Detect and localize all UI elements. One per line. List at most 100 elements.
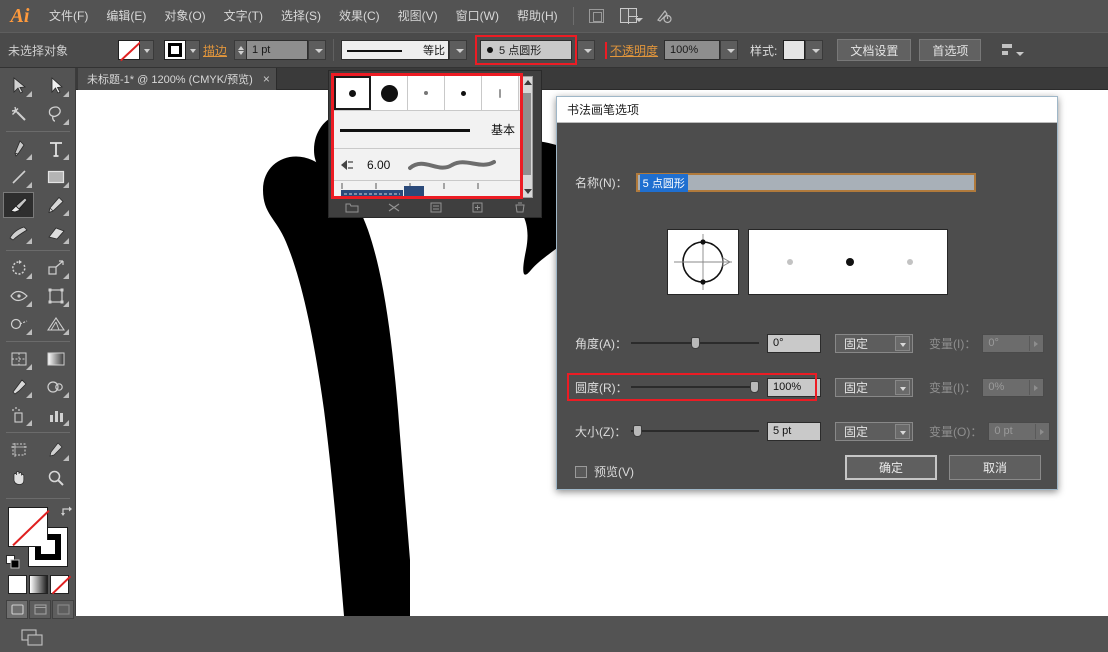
column-graph-tool[interactable] [40, 402, 71, 428]
zoom-tool[interactable] [40, 465, 71, 491]
new-brush-icon[interactable] [471, 201, 485, 214]
name-input[interactable]: 5 点圆形 [635, 173, 976, 192]
opacity-label[interactable]: 不透明度 [605, 41, 658, 59]
brush-definition-control[interactable]: 5 点圆形 [475, 35, 578, 65]
preferences-button[interactable]: 首选项 [919, 39, 982, 61]
normal-screen-mode-button[interactable] [6, 600, 28, 619]
ok-button[interactable]: 确定 [845, 455, 937, 480]
perspective-grid-tool[interactable] [40, 311, 71, 337]
menu-type[interactable]: 文字(T) [215, 0, 272, 32]
selection-tool[interactable] [3, 73, 34, 99]
options-of-selected-object-icon[interactable] [429, 201, 443, 214]
stroke-color-control[interactable] [164, 40, 200, 60]
remove-brush-stroke-icon[interactable] [387, 201, 401, 214]
paintbrush-tool[interactable] [3, 192, 34, 218]
type-tool[interactable] [40, 136, 71, 162]
slice-tool[interactable] [40, 437, 71, 463]
default-fill-stroke-icon[interactable] [6, 555, 20, 569]
menu-select[interactable]: 选择(S) [272, 0, 330, 32]
hand-tool[interactable] [3, 465, 34, 491]
width-tool[interactable] [3, 283, 34, 309]
full-screen-mode-button[interactable] [52, 600, 74, 619]
delete-brush-icon[interactable] [513, 201, 527, 214]
direct-selection-tool[interactable] [40, 73, 71, 99]
artboard-icon[interactable] [584, 5, 610, 27]
arrange-documents-icon[interactable] [618, 5, 644, 27]
stroke-dropdown-caret[interactable] [186, 40, 200, 60]
line-segment-tool[interactable] [3, 164, 34, 190]
document-tab[interactable]: 未标题-1* @ 1200% (CMYK/预览) × [78, 68, 277, 90]
document-setup-button[interactable]: 文档设置 [837, 39, 912, 61]
size-value[interactable]: 5 pt [767, 421, 821, 441]
chevron-down-icon[interactable] [895, 379, 910, 395]
stroke-width-stepper[interactable] [234, 40, 247, 60]
free-transform-tool[interactable] [40, 283, 71, 309]
rotate-tool[interactable] [3, 255, 34, 281]
fill-dropdown-caret[interactable] [140, 40, 154, 60]
gradient-mode-button[interactable] [29, 575, 48, 594]
menu-view[interactable]: 视图(V) [389, 0, 447, 32]
angle-value[interactable]: 0° [767, 333, 821, 353]
menu-file[interactable]: 文件(F) [40, 0, 97, 32]
stroke-swatch[interactable] [164, 40, 186, 60]
swap-fill-stroke-icon[interactable] [60, 505, 74, 519]
lasso-tool[interactable] [40, 101, 71, 127]
opacity-field[interactable]: 100% [664, 40, 721, 60]
roundness-mode-select[interactable]: 固定 [835, 377, 913, 397]
menu-effect[interactable]: 效果(C) [330, 0, 389, 32]
menu-window[interactable]: 窗口(W) [447, 0, 508, 32]
stroke-width-field[interactable]: 1 pt [246, 40, 309, 60]
brush-thumb-5pt-round[interactable] [334, 76, 371, 110]
preview-checkbox-row[interactable]: 预览(V) [575, 463, 634, 480]
symbol-sprayer-tool[interactable] [3, 402, 34, 428]
bridge-icon[interactable] [652, 5, 678, 27]
scroll-down-icon[interactable] [524, 189, 532, 194]
artboard-tool[interactable] [3, 437, 34, 463]
menu-help[interactable]: 帮助(H) [508, 0, 567, 32]
stroke-label[interactable]: 描边 [203, 42, 227, 59]
size-slider[interactable] [631, 421, 759, 441]
panel-toggle-icon[interactable] [18, 627, 48, 649]
eyedropper-tool[interactable] [3, 374, 34, 400]
pen-tool[interactable] [3, 136, 34, 162]
fill-stroke-widget[interactable] [6, 505, 76, 571]
brush-shape-preview[interactable] [667, 229, 739, 295]
scale-tool[interactable] [40, 255, 71, 281]
brush-definition-dropdown[interactable] [577, 40, 596, 60]
angle-mode-select[interactable]: 固定 [835, 333, 913, 353]
eraser-tool[interactable] [40, 220, 71, 246]
opacity-dropdown[interactable] [720, 40, 739, 60]
magic-wand-tool[interactable] [3, 101, 34, 127]
fill-swatch[interactable] [118, 40, 140, 60]
scrollbar-thumb[interactable] [522, 93, 531, 175]
menu-object[interactable]: 对象(O) [155, 0, 214, 32]
align-icon[interactable] [999, 39, 1025, 61]
close-icon[interactable]: × [263, 72, 270, 86]
gradient-tool[interactable] [40, 346, 71, 372]
calligraphic-brush-options-dialog[interactable]: 书法画笔选项 名称(N)： 5 点圆形 角度(A)： 0° 固定 变量(I)： … [556, 96, 1058, 490]
color-mode-button[interactable] [8, 575, 27, 594]
size-mode-select[interactable]: 固定 [835, 421, 913, 441]
chevron-down-icon[interactable] [895, 335, 910, 351]
mesh-tool[interactable] [3, 346, 34, 372]
brush-definition-select[interactable]: 5 点圆形 [480, 40, 573, 60]
style-dropdown[interactable] [805, 40, 824, 60]
fill-color-control[interactable] [118, 40, 154, 60]
blob-brush-tool[interactable] [3, 220, 34, 246]
scroll-up-icon[interactable] [524, 80, 532, 85]
style-swatch[interactable] [783, 40, 806, 60]
brush-libraries-icon[interactable] [345, 201, 359, 214]
shape-builder-tool[interactable] [3, 311, 34, 337]
pencil-tool[interactable] [40, 192, 71, 218]
stroke-width-dropdown[interactable] [308, 40, 327, 60]
cancel-button[interactable]: 取消 [949, 455, 1041, 480]
brushes-panel[interactable]: 基本 6.00 [328, 70, 542, 218]
stroke-profile-select[interactable]: 等比 [341, 40, 450, 60]
full-screen-menu-mode-button[interactable] [29, 600, 51, 619]
blend-tool[interactable] [40, 374, 71, 400]
none-mode-button[interactable] [50, 575, 69, 594]
menu-edit[interactable]: 编辑(E) [97, 0, 155, 32]
angle-slider[interactable] [631, 333, 759, 353]
profile-dropdown[interactable] [449, 40, 468, 60]
rectangle-tool[interactable] [40, 164, 71, 190]
